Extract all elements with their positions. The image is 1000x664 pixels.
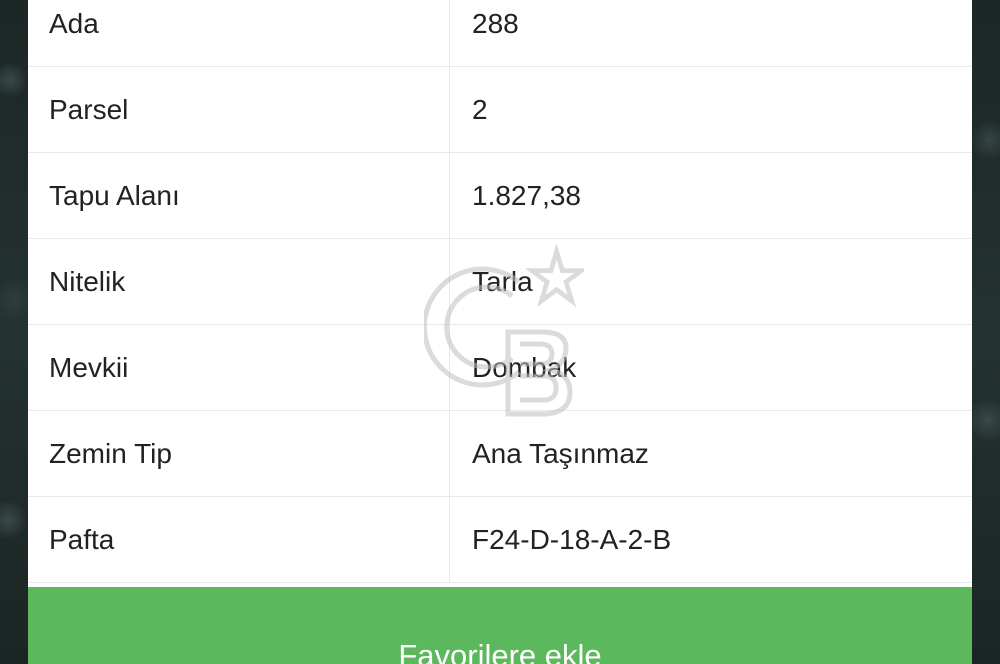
add-to-favorites-label: Favorilere ekle [398, 638, 602, 664]
row-label: Tapu Alanı [28, 153, 450, 238]
table-row-pafta: Pafta F24-D-18-A-2-B [28, 497, 972, 583]
table-row-parsel: Parsel 2 [28, 67, 972, 153]
parcel-info-panel: Ada 288 Parsel 2 Tapu Alanı 1.827,38 Nit… [28, 0, 972, 664]
parcel-details-table: Ada 288 Parsel 2 Tapu Alanı 1.827,38 Nit… [28, 0, 972, 583]
table-row-zemin-tip: Zemin Tip Ana Taşınmaz [28, 411, 972, 497]
row-label: Zemin Tip [28, 411, 450, 496]
row-value: 1.827,38 [472, 179, 581, 211]
table-row-nitelik: Nitelik Tarla [28, 239, 972, 325]
row-label: Parsel [28, 67, 450, 152]
row-value: Ana Taşınmaz [472, 437, 649, 469]
row-value: 2 [472, 93, 488, 125]
table-row-ada: Ada 288 [28, 0, 972, 67]
row-label: Pafta [28, 497, 450, 582]
row-label: Ada [28, 0, 450, 66]
add-to-favorites-button[interactable]: Favorilere ekle [28, 587, 972, 664]
row-label: Mevkii [28, 325, 450, 410]
row-value: Tarla [472, 265, 533, 297]
table-row-tapu-alani: Tapu Alanı 1.827,38 [28, 153, 972, 239]
row-value: 288 [472, 8, 519, 39]
table-row-mevkii: Mevkii Dombak [28, 325, 972, 411]
row-value: F24-D-18-A-2-B [472, 523, 672, 555]
row-value: Dombak [472, 351, 577, 383]
row-label: Nitelik [28, 239, 450, 324]
